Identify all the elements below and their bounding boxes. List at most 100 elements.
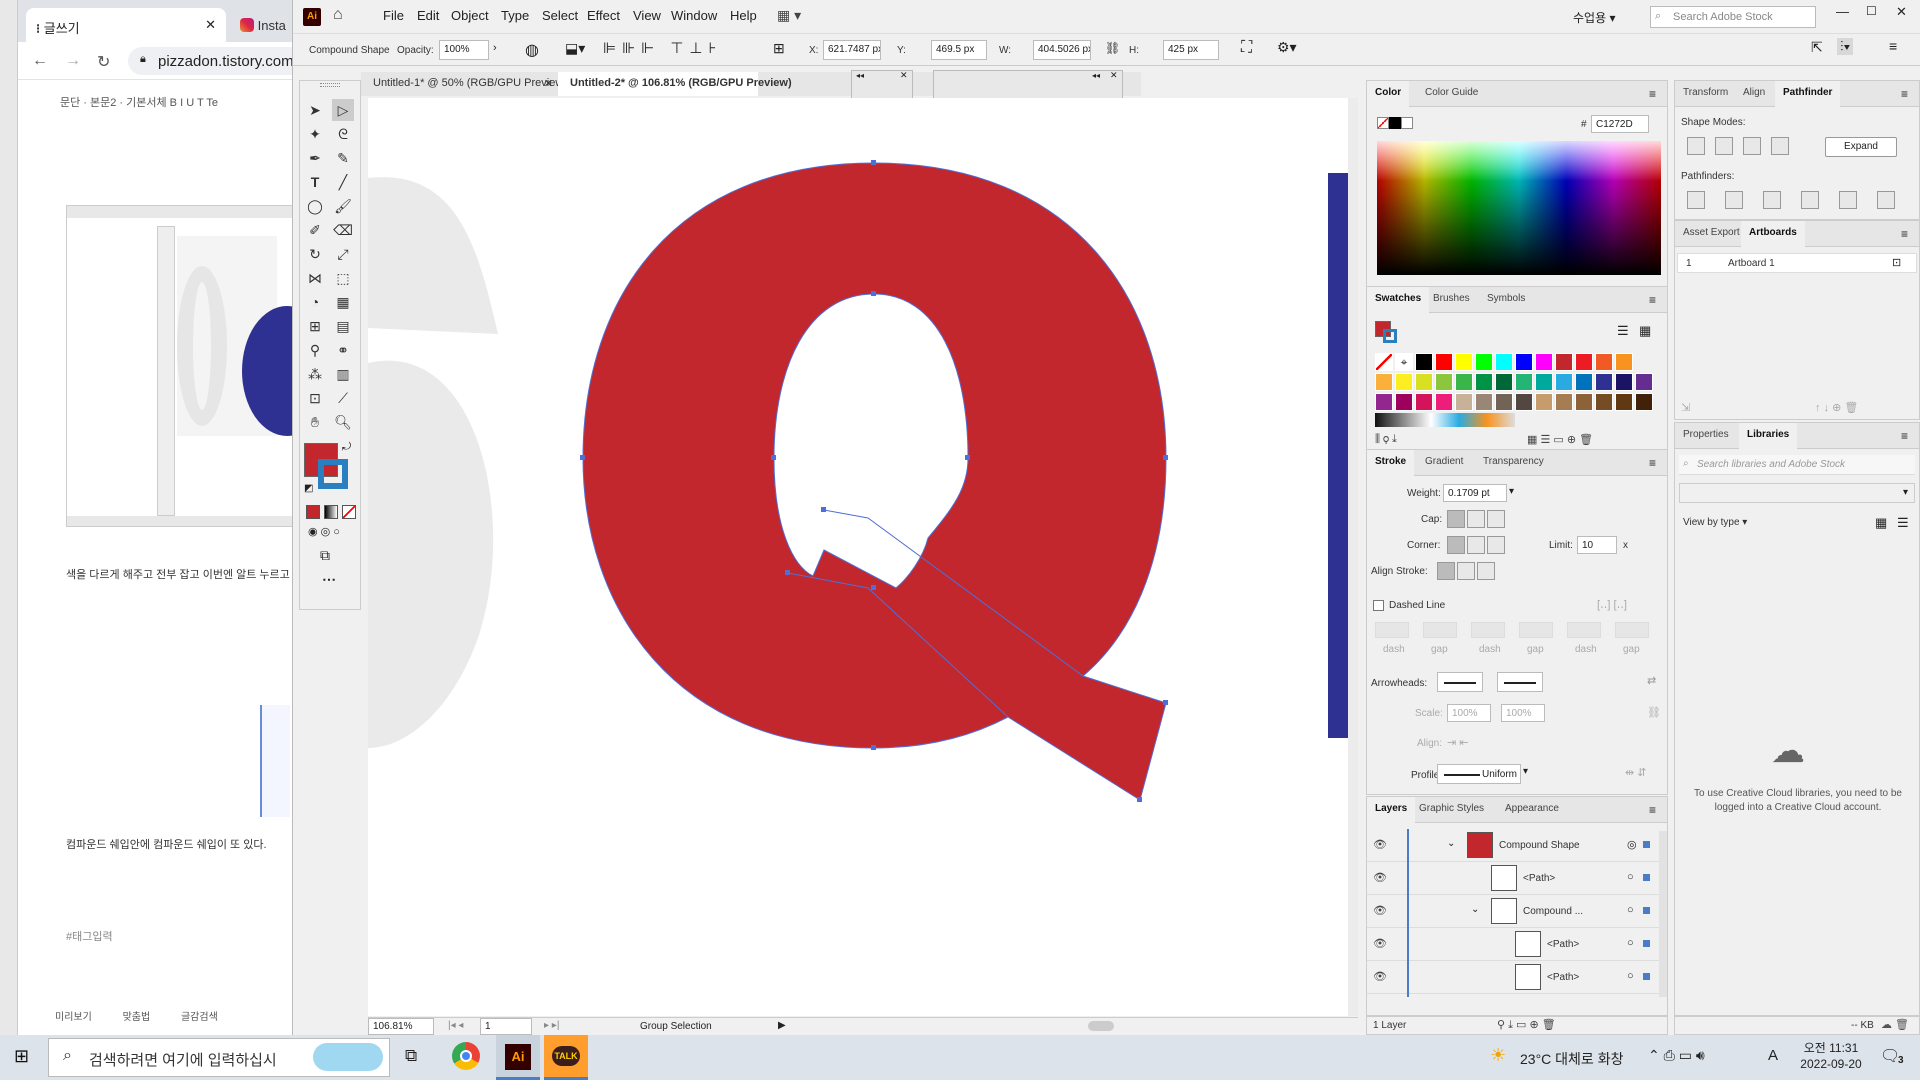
magic-wand-icon[interactable]: ✦ [304, 123, 326, 145]
dash-gap-input[interactable] [1615, 622, 1649, 638]
collapse-icon[interactable]: ◂◂ [1092, 71, 1100, 80]
eyedropper-icon[interactable]: ⚲ [304, 339, 326, 361]
blog-paragraph[interactable]: 컴파운드 쉐입안에 컴파운드 쉐입이 또 있다. [66, 836, 267, 852]
panel-grip[interactable] [320, 83, 340, 87]
color-swatch[interactable] [1455, 393, 1473, 411]
shaper-tool-icon[interactable]: ✐ [304, 219, 326, 241]
gradient-tool-icon[interactable]: ▤ [332, 315, 354, 337]
layer-row[interactable]: 👁︎ <Path> ○ [1367, 928, 1659, 961]
color-swatch[interactable] [1575, 393, 1593, 411]
color-swatch[interactable] [1495, 393, 1513, 411]
layer-row[interactable]: 👁︎ ⌄ Compound Shape ◎ [1367, 829, 1659, 862]
crop-button[interactable] [1801, 191, 1819, 209]
tab-align[interactable]: Align [1735, 81, 1773, 107]
home-icon[interactable]: ⌂ [333, 6, 343, 24]
type-tool-icon[interactable]: T [304, 171, 326, 193]
color-swatch[interactable] [1515, 373, 1533, 391]
chrome-icon[interactable] [452, 1042, 480, 1070]
link-icon[interactable]: ⛓ [1105, 41, 1120, 55]
expand-button[interactable]: Expand [1825, 137, 1897, 157]
doc-tab-untitled-1[interactable]: Untitled-1* @ 50% (RGB/GPU Preview) ✕ [361, 72, 567, 96]
color-swatch[interactable] [1595, 393, 1613, 411]
color-swatch[interactable] [1435, 373, 1453, 391]
tab-asset-export[interactable]: Asset Export [1675, 221, 1748, 247]
spellcheck-button[interactable]: 맞춤법 [123, 1012, 151, 1023]
scale-start-input[interactable]: 100% [1447, 704, 1491, 722]
black-color-icon[interactable] [1389, 117, 1401, 129]
layer-name[interactable]: Compound Shape [1499, 840, 1580, 851]
curvature-tool-icon[interactable]: ✎ [332, 147, 354, 169]
color-swatch[interactable] [1555, 393, 1573, 411]
align-outside-button[interactable] [1477, 562, 1495, 580]
layer-actions-icon[interactable]: ⚲ ⤓ ▭ ⊕ 🗑︎ [1497, 1018, 1556, 1032]
x-input[interactable]: 621.7487 px [823, 40, 881, 60]
line-tool-icon[interactable]: ╱ [332, 171, 354, 193]
registration-swatch-icon[interactable]: ⌖ [1395, 353, 1413, 371]
visibility-eye-icon[interactable]: 👁︎ [1373, 871, 1387, 885]
dash-gap-input[interactable] [1519, 622, 1553, 638]
opacity-input[interactable]: 100% [439, 40, 489, 60]
minus-back-button[interactable] [1877, 191, 1895, 209]
draw-mode-icon[interactable]: ◉ ◎ ○ [308, 525, 340, 538]
lasso-icon[interactable]: ᘓ [332, 123, 354, 145]
selection-indicator[interactable] [1643, 940, 1650, 947]
profile-select[interactable]: Uniform [1437, 764, 1521, 784]
divide-button[interactable] [1687, 191, 1705, 209]
default-colors-icon[interactable]: ◩ [304, 483, 313, 494]
panel-menu-icon[interactable]: ≡ [1901, 87, 1908, 101]
dash-gap-input[interactable] [1423, 622, 1457, 638]
menu-window[interactable]: Window [671, 8, 717, 23]
workspace-switcher-icon[interactable]: ▦ ▾ [777, 7, 801, 24]
unite-button[interactable] [1687, 137, 1705, 155]
free-transform-icon[interactable]: ⬚ [332, 267, 354, 289]
status-menu-icon[interactable]: ▶ [778, 1020, 786, 1031]
color-swatch[interactable] [1395, 393, 1413, 411]
tab-symbols[interactable]: Symbols [1479, 287, 1533, 313]
tab-layers[interactable]: Layers [1367, 797, 1416, 823]
color-swatch[interactable] [1615, 373, 1633, 391]
layer-name[interactable]: <Path> [1547, 972, 1579, 983]
quick-actions-icon[interactable]: ⚙▾ [1277, 39, 1297, 56]
align-center-button[interactable] [1437, 562, 1455, 580]
color-swatch[interactable] [1395, 373, 1413, 391]
none-color-icon[interactable] [1377, 117, 1389, 129]
gradient-mode-icon[interactable] [324, 505, 338, 519]
target-circle-icon[interactable]: ○ [1627, 871, 1634, 883]
taskbar-search-input[interactable]: ⌕ 검색하려면 여기에 입력하십시 [48, 1038, 390, 1077]
grid-view-icon[interactable]: ▦ [1875, 515, 1887, 531]
color-swatch[interactable] [1415, 353, 1433, 371]
list-view-icon[interactable]: ☰ [1617, 323, 1629, 339]
target-circle-icon[interactable]: ○ [1627, 904, 1634, 916]
color-swatch[interactable] [1515, 393, 1533, 411]
layer-name[interactable]: <Path> [1523, 873, 1555, 884]
chevron-right-icon[interactable]: › [493, 42, 497, 54]
color-swatch[interactable] [1615, 353, 1633, 371]
library-select[interactable]: ▾ [1679, 483, 1915, 503]
task-view-icon[interactable]: ⧉ [405, 1046, 417, 1066]
color-swatch[interactable] [1455, 373, 1473, 391]
color-swatch[interactable] [1415, 373, 1433, 391]
color-swatch[interactable] [1595, 373, 1613, 391]
current-stroke-swatch[interactable] [1383, 329, 1397, 343]
slice-tool-icon[interactable]: ⟋ [332, 387, 354, 409]
canvas-vertical-scrollbar[interactable] [1348, 98, 1358, 1016]
hand-tool-icon[interactable]: ✋︎ [304, 411, 326, 433]
maximize-icon[interactable]: ☐ [1866, 4, 1877, 18]
collapse-icon[interactable]: ◂◂ [856, 71, 864, 80]
selection-tool-icon[interactable]: ➤ [304, 99, 326, 121]
minimize-icon[interactable]: — [1836, 4, 1849, 19]
color-mode-icon[interactable] [306, 505, 320, 519]
target-circle-icon[interactable]: ○ [1627, 970, 1634, 982]
reload-icon[interactable]: ↻ [97, 52, 110, 72]
preview-button[interactable]: 미리보기 [55, 1012, 92, 1023]
color-swatch[interactable] [1495, 353, 1513, 371]
tab-transform[interactable]: Transform [1675, 81, 1736, 107]
illustrator-taskbar-icon[interactable]: Ai [496, 1035, 540, 1080]
panel-toggle-icon[interactable]: ⫶▾ [1837, 38, 1854, 55]
panel-menu-icon[interactable]: ≡ [1649, 293, 1656, 307]
library-actions-icon[interactable]: ☁︎ 🗑︎ [1881, 1018, 1909, 1031]
bevel-join-button[interactable] [1487, 536, 1505, 554]
visibility-eye-icon[interactable]: 👁︎ [1373, 970, 1387, 984]
more-tools-icon[interactable]: ⋯ [322, 571, 336, 588]
tab-brushes[interactable]: Brushes [1425, 287, 1478, 313]
